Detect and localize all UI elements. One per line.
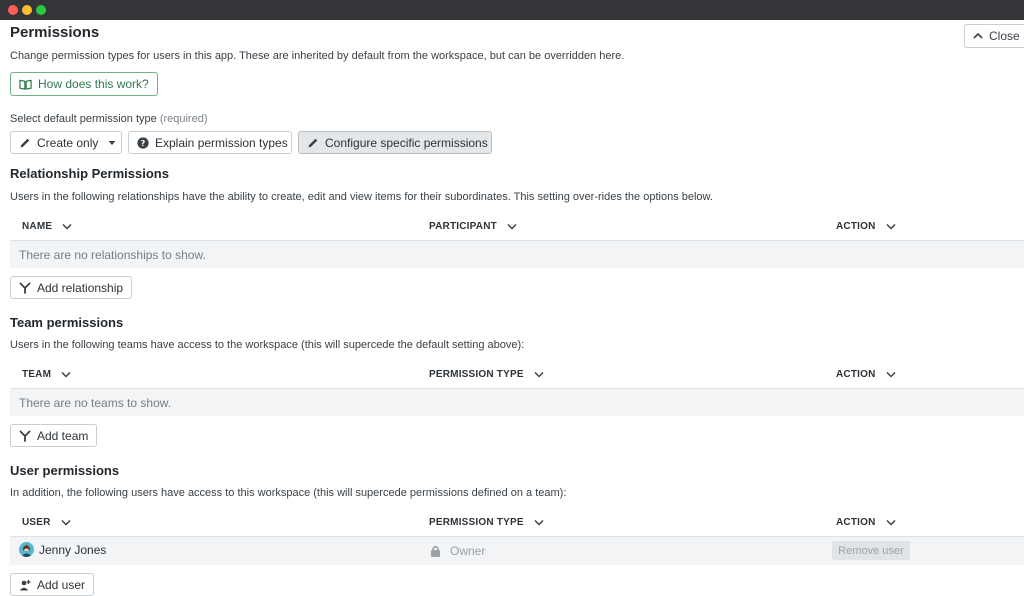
avatar [19,542,34,557]
chevron-down-icon [61,519,71,526]
user-permissions-desc: In addition, the following users have ac… [10,487,567,499]
explain-permission-types-label: Explain permission types [155,135,288,150]
configure-specific-permissions-button[interactable]: Configure specific permissions [298,131,492,154]
add-relationship-button[interactable]: Add relationship [10,276,133,299]
branch-icon [19,282,31,294]
relationships-table-header: NAME PARTICIPANT ACTION [10,213,1024,241]
table-row: Jenny Jones Owner Remove user [10,537,1024,565]
chevron-down-icon [62,223,72,230]
column-header-team[interactable]: TEAM [22,369,71,380]
lock-icon [431,546,440,557]
column-header-action[interactable]: ACTION [836,369,896,380]
column-header-action[interactable]: ACTION [836,517,896,528]
remove-user-button[interactable]: Remove user [832,541,910,560]
pencil-icon [20,138,30,147]
chevron-down-icon [886,371,896,378]
minimize-window-button[interactable] [22,5,32,15]
column-header-action[interactable]: ACTION [836,221,896,232]
column-header-name[interactable]: NAME [22,221,72,232]
create-only-dropdown[interactable]: Create only [10,131,122,154]
column-header-permission-type[interactable]: PERMISSION TYPE [429,517,544,528]
add-user-button[interactable]: Add user [10,573,95,596]
create-only-label: Create only [37,135,99,150]
chevron-down-icon [886,223,896,230]
column-header-participant[interactable]: PARTICIPANT [429,221,517,232]
user-permissions-title: User permissions [10,463,120,478]
branch-icon [19,430,31,442]
chevron-up-icon [973,32,983,39]
page-title: Permissions [10,24,100,41]
how-does-this-work-label: How does this work? [38,77,149,91]
help-circle-icon: ? [137,136,149,149]
svg-text:?: ? [141,139,146,148]
explain-permission-types-button[interactable]: ? Explain permission types [128,131,292,154]
column-header-permission-type[interactable]: PERMISSION TYPE [429,369,544,380]
add-relationship-label: Add relationship [37,280,124,295]
team-permissions-title: Team permissions [10,315,124,330]
book-icon [19,79,32,90]
close-button-label: Close [989,29,1020,43]
chevron-down-icon [507,223,517,230]
chevron-down-icon [61,371,71,378]
user-name: Jenny Jones [39,543,107,557]
caret-down-icon [108,140,116,145]
close-window-button[interactable] [8,5,18,15]
users-table-header: USER PERMISSION TYPE ACTION [10,509,1024,537]
add-user-icon [19,579,31,590]
how-does-this-work-button[interactable]: How does this work? [10,72,158,96]
page-subtitle: Change permission types for users in thi… [10,50,625,62]
add-user-label: Add user [37,577,86,592]
relationships-empty-row: There are no relationships to show. [10,241,1024,268]
maximize-window-button[interactable] [36,5,46,15]
relationship-permissions-title: Relationship Permissions [10,166,169,181]
required-indicator: (required) [159,113,208,125]
team-permissions-desc: Users in the following teams have access… [10,339,525,351]
pencil-icon [308,138,318,147]
column-header-user[interactable]: USER [22,517,71,528]
close-button[interactable]: Close [964,24,1024,48]
chevron-down-icon [534,519,544,526]
configure-specific-permissions-label: Configure specific permissions [325,135,488,150]
teams-empty-row: There are no teams to show. [10,389,1024,416]
relationship-permissions-desc: Users in the following relationships hav… [10,191,713,203]
permission-type-value: Owner [430,544,485,558]
default-permission-label: Select default permission type (required… [10,113,208,125]
add-team-label: Add team [37,428,89,443]
teams-table-header: TEAM PERMISSION TYPE ACTION [10,361,1024,389]
chevron-down-icon [886,519,896,526]
add-team-button[interactable]: Add team [10,424,98,447]
chevron-down-icon [534,371,544,378]
window-titlebar [0,0,1024,20]
